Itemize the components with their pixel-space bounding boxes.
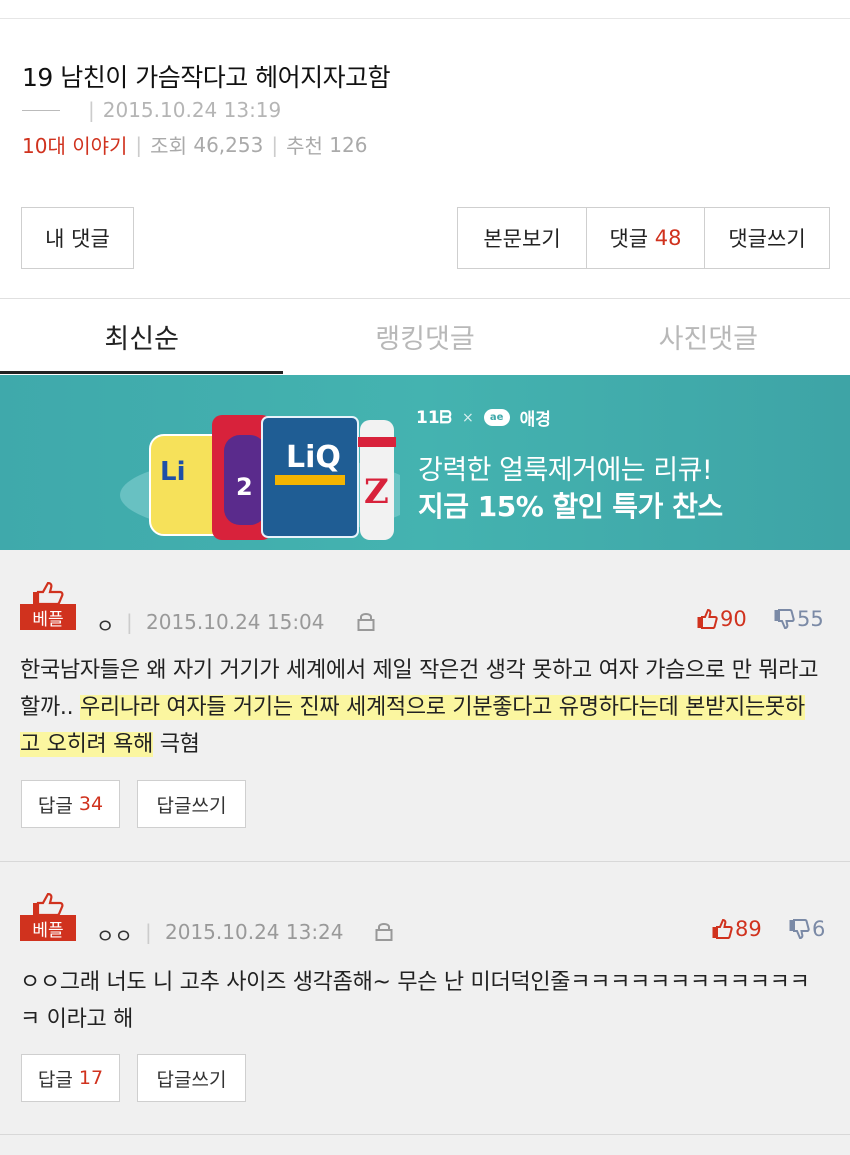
post-date: 2015.10.24 13:19 <box>102 98 282 122</box>
banner-subheadline: 지금 15% 할인 특가 찬스 <box>418 490 723 523</box>
banner-headline: 강력한 얼룩제거에는 리큐! <box>418 455 713 486</box>
brand-logos: 11ᗷ × ae 애경 <box>416 405 551 431</box>
post-title: 19 남친이 가슴작다고 헤어지자고함 <box>22 63 391 92</box>
comment-divider <box>0 1134 850 1135</box>
comment-text: ㅇㅇ그래 너도 니 고추 사이즈 생각좀해~ 무슨 난 미더덕인줄ㅋㅋㅋㅋㅋㅋㅋ… <box>20 970 810 1032</box>
reply-button[interactable]: 답글 17 <box>21 1054 120 1102</box>
comment-text-end: 극혐 <box>153 732 200 757</box>
lock-icon[interactable] <box>374 920 394 942</box>
views-count: 46,253 <box>193 132 264 157</box>
product-bottles-image: Li 2 LiQ Z <box>120 415 400 540</box>
comment-date: 2015.10.24 13:24 <box>165 920 344 944</box>
comment-text: 한국남자들은 왜 자기 거기가 세계에서 제일 작은건 생각 못하고 여자 가슴… <box>20 652 820 763</box>
downvote-count: 55 <box>797 607 824 631</box>
comments-label: 댓글 <box>609 227 649 251</box>
tab-latest[interactable]: 최신순 <box>0 299 284 374</box>
downvote-button[interactable]: 55 <box>773 607 824 631</box>
thumbs-up-icon <box>33 582 64 606</box>
comment-highlighted-text: 우리나라 여자들 거기는 진짜 세계적으로 기분좋다고 유명하다는데 본받지는못… <box>20 695 805 757</box>
meta-separator: | <box>88 98 95 122</box>
11st-logo: 11ᗷ <box>416 407 452 428</box>
svg-text:Z: Z <box>364 472 389 512</box>
reply-count: 17 <box>78 1067 104 1089</box>
upvote-count: 89 <box>735 917 762 941</box>
reply-button[interactable]: 답글 34 <box>21 780 120 828</box>
thumbs-down-icon <box>774 609 795 630</box>
write-reply-button[interactable]: 답글쓰기 <box>137 780 246 828</box>
post-meta-date: | 2015.10.24 13:19 <box>22 98 281 122</box>
lock-icon[interactable] <box>356 610 376 632</box>
thumbs-down-icon <box>789 919 810 940</box>
logo-separator: × <box>461 409 474 426</box>
thumbs-up-icon <box>697 608 718 629</box>
aekyung-logo-text: 애경 <box>519 410 551 430</box>
author-placeholder <box>22 109 60 111</box>
meta-separator: | <box>271 132 279 157</box>
post-meta-stats: 10대 이야기 | 조회 46,253 | 추천 126 <box>22 130 367 159</box>
write-reply-button[interactable]: 답글쓰기 <box>137 1054 246 1102</box>
post-category-link[interactable]: 10대 이야기 <box>22 130 127 159</box>
recommend-label: 추천 <box>286 134 323 158</box>
svg-text:Li: Li <box>160 457 185 487</box>
upvote-button[interactable]: 89 <box>711 917 762 941</box>
upvote-button[interactable]: 90 <box>696 607 747 631</box>
svg-text:2: 2 <box>236 473 253 501</box>
comment-date: 2015.10.24 15:04 <box>146 610 325 634</box>
best-label: 베플 <box>20 915 76 941</box>
comments-count: 48 <box>654 226 682 250</box>
views-label: 조회 <box>150 134 187 158</box>
comment-author[interactable]: ㅇ <box>96 610 114 639</box>
meta-separator: | <box>126 610 133 634</box>
downvote-button[interactable]: 6 <box>788 917 825 941</box>
comment-action-group: 본문보기 댓글 48 댓글쓰기 <box>457 207 830 269</box>
comment-sort-tabs: 최신순 랭킹댓글 사진댓글 <box>0 299 850 374</box>
comment-item: 베플 ㅇㅇ | 2015.10.24 13:24 89 6 ㅇㅇ그래 너도 니 … <box>0 862 850 1134</box>
upvote-count: 90 <box>720 607 747 631</box>
my-comments-button[interactable]: 내 댓글 <box>21 207 134 269</box>
tab-photo[interactable]: 사진댓글 <box>567 299 850 374</box>
ad-banner[interactable]: Li 2 LiQ Z 11ᗷ × ae 애경 강력한 얼룩제거에는 리큐! 지금… <box>0 375 850 550</box>
reply-label: 답글 <box>37 794 73 817</box>
recommend-count: 126 <box>329 132 368 157</box>
aekyung-logo-icon: ae <box>483 409 510 426</box>
top-divider <box>0 18 850 19</box>
meta-separator: | <box>145 920 152 944</box>
comment-item: 베플 ㅇ | 2015.10.24 15:04 90 55 한국남자들은 왜 자… <box>0 550 850 862</box>
write-comment-button[interactable]: 댓글쓰기 <box>704 208 829 268</box>
comment-author[interactable]: ㅇㅇ <box>96 920 133 949</box>
reply-label: 답글 <box>37 1068 73 1091</box>
svg-text:LiQ: LiQ <box>286 440 341 475</box>
thumbs-up-icon <box>712 918 733 939</box>
meta-separator: | <box>135 132 143 157</box>
thumbs-up-icon <box>33 893 64 917</box>
comments-button[interactable]: 댓글 48 <box>586 208 704 268</box>
downvote-count: 6 <box>812 917 826 941</box>
view-body-button[interactable]: 본문보기 <box>458 208 586 268</box>
reply-count: 34 <box>78 793 104 815</box>
tab-ranking[interactable]: 랭킹댓글 <box>283 299 566 374</box>
best-label: 베플 <box>20 604 76 630</box>
